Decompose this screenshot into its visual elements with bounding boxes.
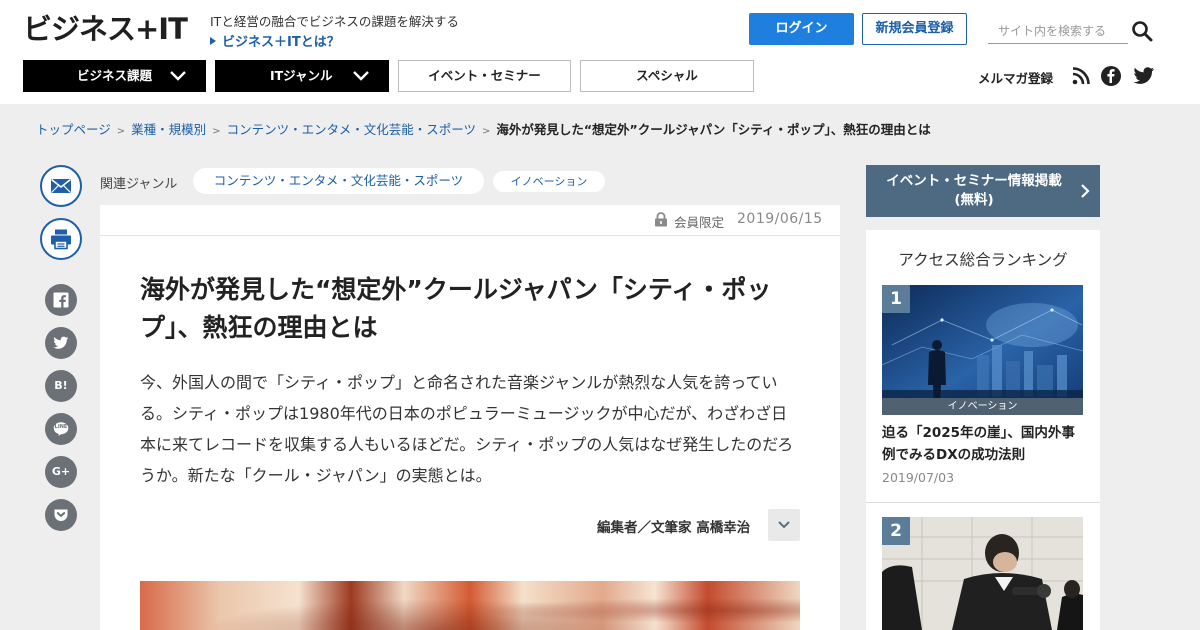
share-email-button[interactable] [40,165,82,207]
twitter-icon [53,336,69,349]
envelope-icon [51,178,71,193]
chevron-down-icon [170,71,186,81]
chevron-right-icon [1081,184,1090,198]
site-tagline: ITと経営の融合でビジネスの課題を解決する [210,14,459,29]
access-ranking-panel: アクセス総合ランキング 1 イノベーション 迫る「2025年の崖」、国内外事例で… [866,230,1100,630]
press-conference-image [882,517,1083,630]
breadcrumb-separator: > [116,126,126,137]
ranking-category: イノベーション [882,398,1083,415]
nav-business-topics-label: ビジネス課題 [77,68,153,83]
line-icon-label: LINE [54,424,68,430]
share-twitter-button[interactable] [45,327,77,359]
rss-icon[interactable] [1072,67,1090,85]
author-expand-button[interactable] [768,509,800,541]
breadcrumb-item-content[interactable]: コンテンツ・エンタメ・文化芸能・スポーツ [227,122,476,137]
nav-business-topics[interactable]: ビジネス課題 [23,60,206,92]
members-only-badge: 会員限定 [674,215,725,230]
breadcrumb-separator: > [481,126,491,137]
search-icon[interactable] [1130,19,1154,43]
breadcrumb-item-industry[interactable]: 業種・規模別 [131,122,206,137]
article-date: 2019/06/15 [737,211,823,227]
article-lead: 今、外国人の間で「シティ・ポップ」と命名された音楽ジャンルが熱烈な人気を誇ってい… [140,373,794,485]
login-button[interactable]: ログイン [749,13,854,45]
breadcrumb: トップページ > 業種・規模別 > コンテンツ・エンタメ・文化芸能・スポーツ > 海外が発見… [36,119,931,138]
breadcrumb-current: 海外が発見した“想定外”クールジャパン「シティ・ポップ」、熱狂の理由とは [496,122,931,137]
nav-it-genre-label: ITジャンル [270,68,333,83]
ranking-title: アクセス総合ランキング [898,251,1068,269]
facebook-icon [53,292,69,308]
share-pocket-button[interactable] [45,499,77,531]
hatena-icon: B! [54,379,68,392]
event-banner-line1: イベント・セミナー情報掲載 [886,173,1062,189]
ranking-date: 2019/07/03 [882,470,955,485]
twitter-icon[interactable] [1133,66,1155,86]
facebook-icon[interactable] [1101,66,1121,86]
ranking-title-text[interactable]: 迫る「2025年の崖」、国内外事例でみるDXの成功法則 [882,422,1083,466]
article-meta-bar: 会員限定 2019/06/15 [100,205,840,236]
ranking-number: 2 [882,517,910,545]
businessman-city-image [882,285,1083,415]
share-hatena-button[interactable]: B! [45,370,77,402]
site-logo[interactable]: ビジネス+IT [23,12,188,46]
article-author: 編集者／文筆家 高橋幸治 [597,520,751,536]
register-button[interactable]: 新規会員登録 [862,13,967,45]
pocket-icon [54,509,68,521]
article-card: 会員限定 2019/06/15 海外が発見した“想定外”クールジャパン「シティ・… [100,205,840,630]
googleplus-icon: G+ [51,465,71,478]
breadcrumb-item-top[interactable]: トップページ [36,122,111,137]
lock-icon [655,212,667,227]
article-title: 海外が発見した“想定外”クールジャパン「シティ・ポップ」、熱狂の理由とは [140,275,772,342]
ranking-thumbnail [882,517,1083,630]
share-line-button[interactable]: LINE [45,413,77,445]
triangle-right-icon [210,37,216,45]
nav-events[interactable]: イベント・セミナー [398,60,571,92]
nav-special[interactable]: スペシャル [580,60,754,92]
newsletter-signup-link[interactable]: メルマガ登録 [978,68,1053,87]
ranking-number: 1 [882,285,910,313]
share-facebook-button[interactable] [45,284,77,316]
ranking-item-1[interactable]: 1 イノベーション 迫る「2025年の崖」、国内外事例でみるDXの成功法則 20… [882,285,1083,485]
nav-it-genre[interactable]: ITジャンル [215,60,389,92]
about-site-link-label: ビジネス＋ITとは？ [222,35,340,50]
printer-icon [51,229,71,250]
print-button[interactable] [40,218,82,260]
chevron-down-icon [353,71,369,81]
share-googleplus-button[interactable]: G+ [45,456,77,488]
ranking-item-2[interactable]: 2 [882,517,1083,630]
site-search-input[interactable] [988,18,1128,44]
ranking-thumbnail [882,285,1083,415]
event-banner-line2: (無料) [954,192,994,208]
related-genre-label: 関連ジャンル [100,177,178,192]
genre-tag-content-entertainment[interactable]: コンテンツ・エンタメ・文化芸能・スポーツ [193,168,484,194]
article-hero-image [140,581,800,630]
ranking-divider [866,502,1100,503]
about-site-link[interactable]: ビジネス＋ITとは？ [210,31,340,50]
breadcrumb-separator: > [212,126,221,137]
chevron-down-icon [778,521,790,529]
hero-image-blur [140,581,800,630]
event-listing-banner[interactable]: イベント・セミナー情報掲載 (無料) [866,165,1100,217]
genre-tag-innovation[interactable]: イノベーション [493,171,605,192]
